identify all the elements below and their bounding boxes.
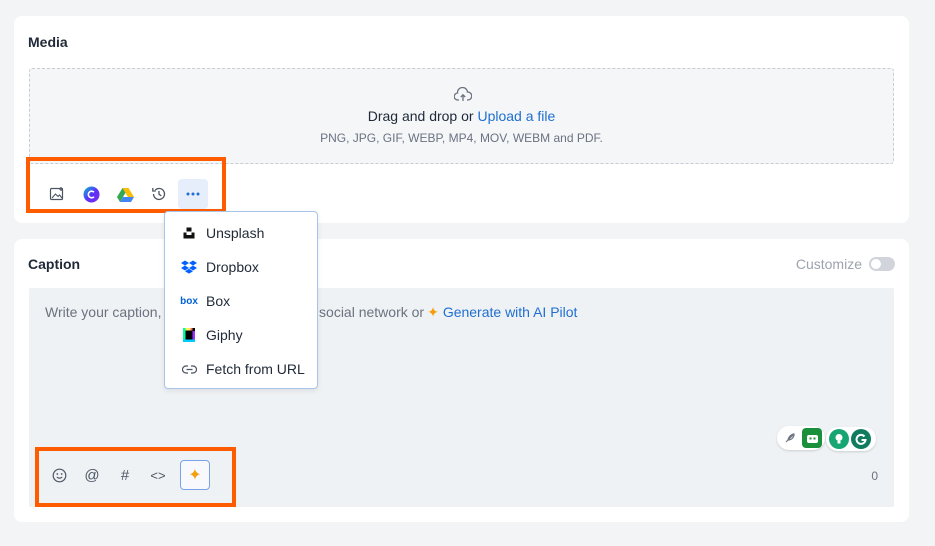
menu-item-label: Unsplash <box>206 225 265 241</box>
canva-icon[interactable] <box>76 179 106 209</box>
media-title: Media <box>28 34 68 50</box>
dropzone-instructions: Drag and drop or Upload a file <box>30 108 893 124</box>
more-icon[interactable] <box>178 179 208 209</box>
grammarly-icon[interactable] <box>851 429 871 449</box>
caption-card: Caption Customize Write your caption, th … <box>14 239 909 522</box>
menu-item-label: Box <box>206 293 231 309</box>
box-icon: box <box>180 295 198 307</box>
supported-formats: PNG, JPG, GIF, WEBP, MP4, MOV, WEBM and … <box>320 131 603 145</box>
bot-icon[interactable] <box>802 428 822 448</box>
more-media-menu: Unsplash Dropbox box Box Giphy Fetch fro… <box>164 211 318 389</box>
caption-title: Caption <box>28 256 81 272</box>
extension-widget-right[interactable] <box>826 427 876 451</box>
ai-sparkle-icon: ✦ <box>427 304 439 320</box>
caption-toolbar: @ # <> ✦ <box>43 458 213 494</box>
ai-pilot-icon[interactable]: ✦ <box>180 460 210 490</box>
placeholder-start: Write your caption, <box>45 304 162 320</box>
generate-ai-link[interactable]: Generate with AI Pilot <box>443 304 578 320</box>
media-toolbar <box>28 176 216 212</box>
dropzone-prefix: Drag and drop or <box>367 108 478 124</box>
emoji-icon[interactable] <box>45 461 73 489</box>
media-card: Media Drag and drop or Upload a file PNG… <box>14 16 909 223</box>
link-icon <box>181 361 197 377</box>
extension-widget-left[interactable] <box>777 426 825 450</box>
menu-item-giphy[interactable]: Giphy <box>165 318 317 352</box>
image-library-icon[interactable] <box>42 179 72 209</box>
media-dropzone[interactable]: Drag and drop or Upload a file PNG, JPG,… <box>29 68 894 164</box>
unsplash-icon <box>181 225 197 241</box>
feather-icon[interactable] <box>780 428 800 448</box>
dropbox-icon <box>181 259 197 275</box>
customize-control[interactable]: Customize <box>796 256 895 272</box>
menu-item-label: Fetch from URL <box>206 361 305 377</box>
google-drive-icon[interactable] <box>110 179 140 209</box>
upload-file-link[interactable]: Upload a file <box>477 108 555 124</box>
history-icon[interactable] <box>144 179 174 209</box>
giphy-icon <box>181 327 197 343</box>
menu-item-label: Giphy <box>206 327 243 343</box>
menu-item-unsplash[interactable]: Unsplash <box>165 216 317 250</box>
customize-toggle[interactable] <box>869 257 895 271</box>
menu-item-box[interactable]: box Box <box>165 284 317 318</box>
mention-icon[interactable]: @ <box>78 461 106 489</box>
placeholder-end: th social network or <box>303 304 425 320</box>
caption-input[interactable]: Write your caption, th social network or ✦… <box>29 288 894 507</box>
customize-label: Customize <box>795 256 862 272</box>
menu-item-label: Dropbox <box>206 259 259 275</box>
menu-item-dropbox[interactable]: Dropbox <box>165 250 317 284</box>
cloud-upload-icon <box>454 87 472 101</box>
menu-item-fetch-url[interactable]: Fetch from URL <box>165 352 317 386</box>
lightbulb-icon[interactable] <box>829 429 849 449</box>
code-icon[interactable]: <> <box>144 461 172 489</box>
character-count: 0 <box>871 469 878 483</box>
hashtag-icon[interactable]: # <box>111 461 139 489</box>
